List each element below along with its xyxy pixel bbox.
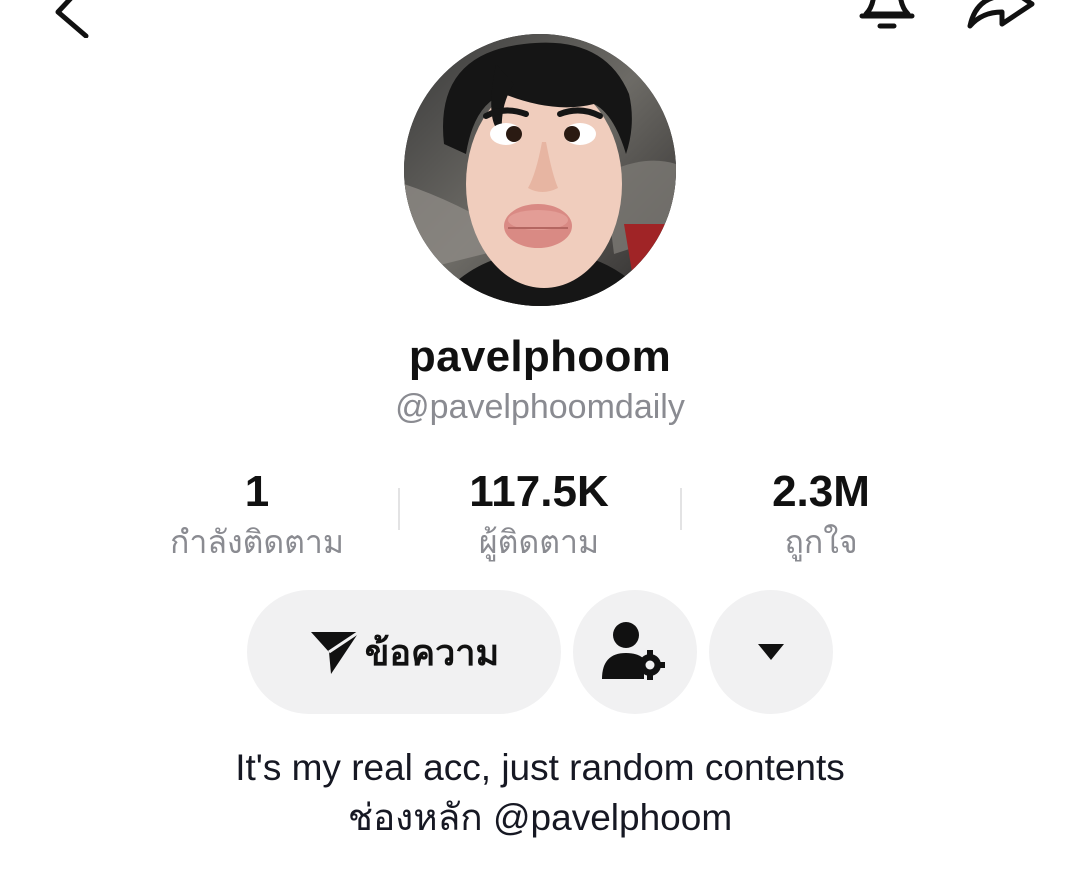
more-options-button[interactable] (709, 590, 833, 714)
stat-value: 117.5K (469, 467, 609, 516)
send-icon (310, 630, 360, 674)
notification-button[interactable] (852, 0, 915, 38)
triangle-down-icon (758, 644, 784, 660)
message-button-label: ข้อความ (364, 631, 500, 673)
stat-divider (398, 488, 400, 530)
stat-value: 1 (244, 467, 270, 516)
bio-text: ช่องหลัก @pavelphoom (347, 797, 733, 838)
user-settings-icon (602, 622, 665, 680)
stat-label: ถูกใจ (784, 524, 858, 560)
stats-row: 1 กำลังติดตาม 117.5K ผู้ติดตาม 2.3M ถูกใ… (0, 466, 1080, 566)
stat-divider (680, 488, 682, 530)
stat-following[interactable]: 1 กำลังติดตาม (127, 466, 387, 564)
display-name: pavelphoom (408, 332, 672, 381)
stat-value: 2.3M (772, 467, 870, 516)
share-icon (967, 0, 1035, 29)
friend-settings-button[interactable] (573, 590, 697, 714)
back-arrow-icon (55, 0, 89, 39)
bio-text: It's my real acc, just random contents (235, 747, 845, 788)
avatar[interactable] (404, 34, 676, 306)
stat-label: ผู้ติดตาม (478, 524, 600, 560)
username: @pavelphoomdaily (395, 388, 685, 426)
stat-followers[interactable]: 117.5K ผู้ติดตาม (409, 466, 669, 564)
message-button[interactable]: ข้อความ (247, 590, 561, 714)
bell-icon (859, 0, 915, 29)
back-button[interactable] (42, 0, 102, 39)
stat-likes[interactable]: 2.3M ถูกใจ (691, 466, 951, 564)
share-button[interactable] (962, 0, 1035, 38)
profile-photo (404, 34, 676, 306)
stat-label: กำลังติดตาม (170, 524, 344, 560)
